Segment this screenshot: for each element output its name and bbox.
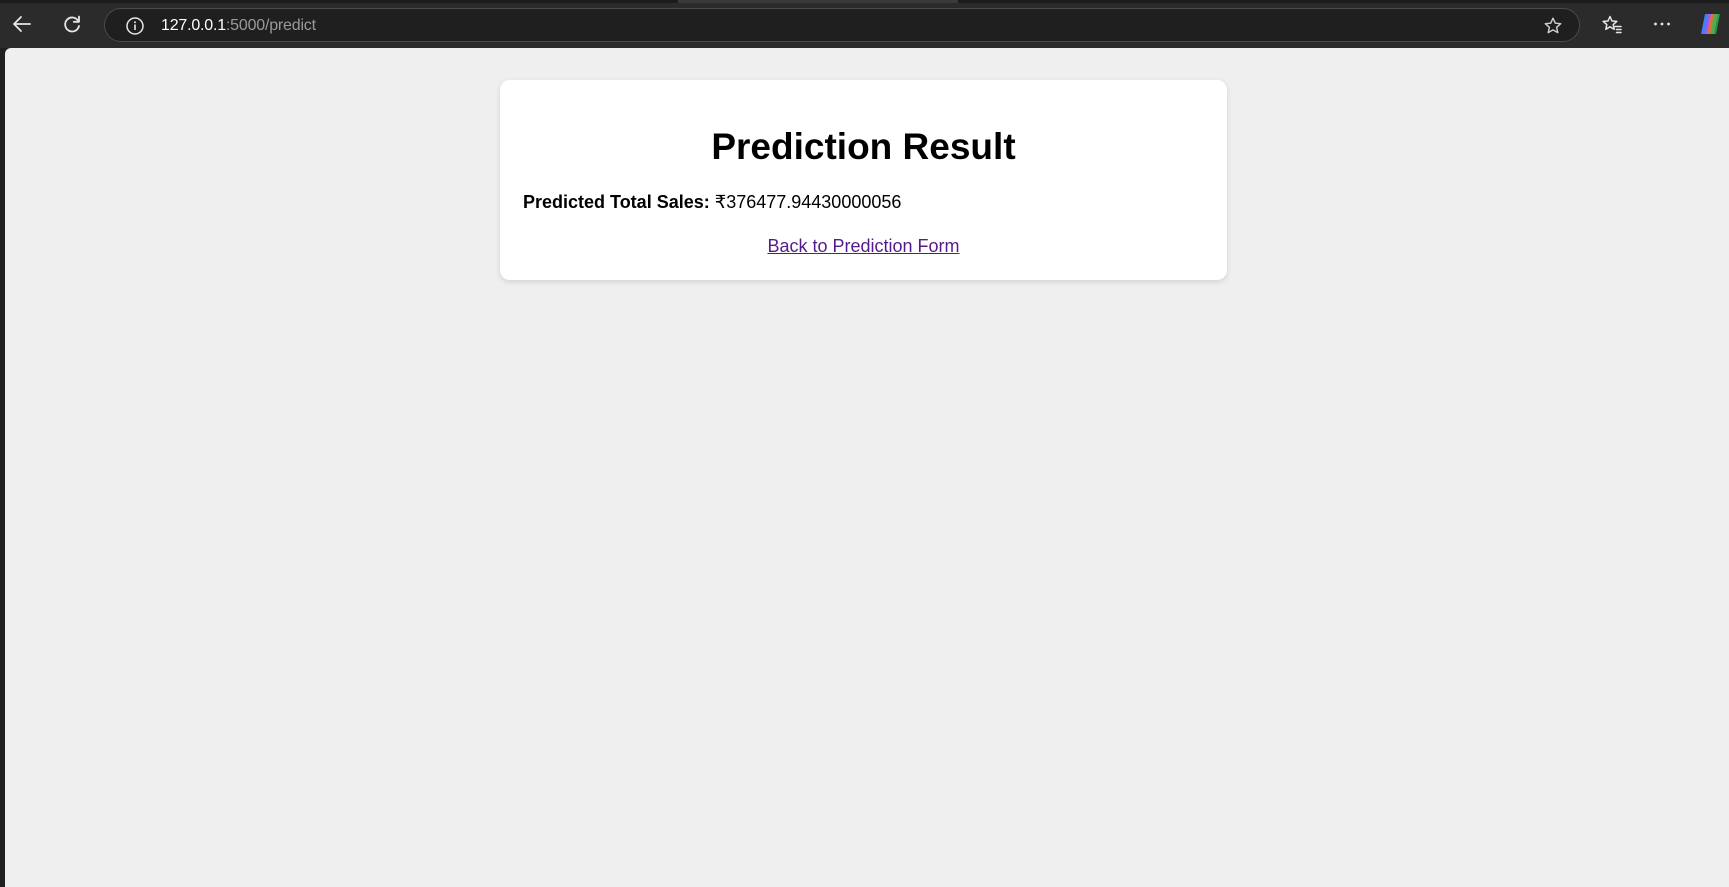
back-link-container: Back to Prediction Form	[500, 235, 1227, 257]
refresh-icon	[61, 13, 83, 35]
star-icon[interactable]	[1543, 16, 1563, 36]
back-arrow-icon	[11, 13, 33, 35]
tab-strip	[0, 0, 1729, 3]
favorites-icon	[1601, 13, 1623, 35]
back-to-form-link[interactable]: Back to Prediction Form	[767, 236, 959, 256]
prediction-result: Predicted Total Sales: ₹376477.944300000…	[523, 191, 901, 213]
result-card: Prediction Result Predicted Total Sales:…	[500, 80, 1227, 280]
page-title: Prediction Result	[711, 126, 1016, 167]
more-dots-icon	[1651, 13, 1673, 35]
more-options-button[interactable]	[1645, 7, 1679, 41]
copilot-button[interactable]	[1693, 7, 1727, 41]
result-label: Predicted Total Sales:	[523, 192, 710, 212]
url-path: :5000/predict	[225, 17, 316, 34]
back-button[interactable]	[5, 7, 39, 41]
url-text[interactable]: 127.0.0.1:5000/predict	[161, 17, 316, 35]
refresh-button[interactable]	[55, 7, 89, 41]
active-tab-edge[interactable]	[678, 0, 958, 3]
browser-toolbar: 127.0.0.1:5000/predict	[0, 0, 1729, 48]
url-host: 127.0.0.1	[161, 17, 226, 34]
copilot-icon	[1697, 11, 1723, 37]
result-value: ₹376477.94430000056	[714, 192, 902, 212]
page-viewport: Prediction Result Predicted Total Sales:…	[5, 48, 1729, 887]
favorites-button[interactable]	[1595, 7, 1629, 41]
info-icon[interactable]	[125, 16, 145, 36]
address-bar[interactable]: 127.0.0.1:5000/predict	[104, 8, 1580, 42]
